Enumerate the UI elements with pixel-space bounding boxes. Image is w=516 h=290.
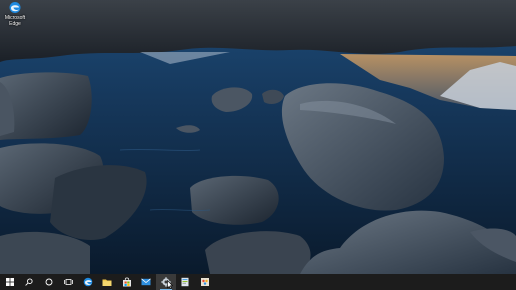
- search-icon: [25, 278, 33, 286]
- circle-icon: [45, 278, 53, 286]
- wallpaper-image: [0, 0, 516, 274]
- search-button[interactable]: [20, 274, 40, 290]
- edge-taskbar-button[interactable]: [78, 274, 98, 290]
- edge-icon: [9, 2, 21, 13]
- desktop[interactable]: Microsoft Edge: [0, 0, 516, 274]
- start-button[interactable]: [0, 274, 20, 290]
- desktop-icon-label: Microsoft Edge: [4, 15, 26, 27]
- file-explorer-button[interactable]: [98, 274, 118, 290]
- mouse-cursor-icon: [167, 280, 173, 289]
- app-button-3[interactable]: [195, 274, 215, 290]
- edge-icon: [83, 277, 93, 287]
- folder-icon: [102, 279, 112, 286]
- task-view-icon: [63, 279, 73, 285]
- store-bag-icon: [122, 277, 131, 287]
- mail-icon: [141, 278, 152, 286]
- windows-logo-icon: [5, 278, 14, 286]
- app-button-2[interactable]: [176, 274, 196, 290]
- task-view-button[interactable]: [59, 274, 79, 290]
- mail-button[interactable]: [137, 274, 157, 290]
- app-document-icon: [181, 277, 189, 287]
- store-button[interactable]: [117, 274, 137, 290]
- app-paint-icon: [200, 278, 209, 286]
- desktop-icon-edge[interactable]: Microsoft Edge: [2, 1, 28, 27]
- taskbar: [0, 274, 516, 290]
- cortana-button[interactable]: [39, 274, 59, 290]
